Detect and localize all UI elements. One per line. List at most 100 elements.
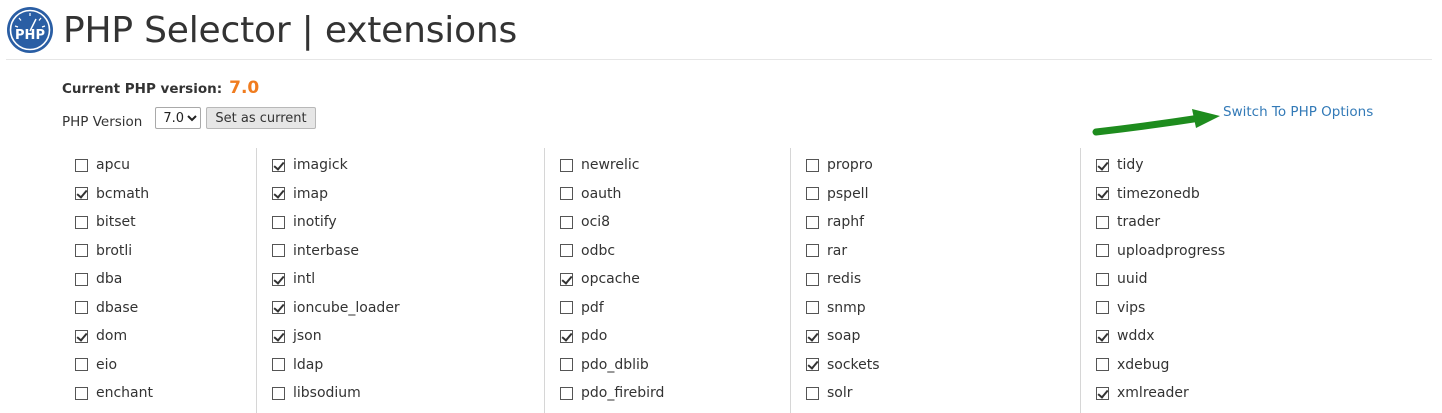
extension-item-tidy[interactable]: tidy xyxy=(1096,151,1144,179)
extension-item-inotify[interactable]: inotify xyxy=(272,208,337,236)
extension-label: dba xyxy=(96,271,123,287)
extension-checkbox[interactable] xyxy=(560,386,573,400)
extension-item-pdo[interactable]: pdo xyxy=(560,322,607,350)
extension-checkbox[interactable] xyxy=(806,329,819,343)
extension-checkbox[interactable] xyxy=(806,358,819,371)
extension-checkbox[interactable] xyxy=(75,386,88,400)
extension-checkbox[interactable] xyxy=(272,215,285,229)
extension-item-uuid[interactable]: uuid xyxy=(1096,265,1148,293)
extension-checkbox[interactable] xyxy=(75,215,88,229)
extension-item-dba[interactable]: dba xyxy=(75,265,122,293)
extension-label: brotli xyxy=(96,242,133,259)
extension-item-eio[interactable]: eio xyxy=(75,351,117,379)
extension-checkbox[interactable] xyxy=(1096,187,1109,200)
extension-checkbox[interactable] xyxy=(560,244,573,257)
extension-item-vips[interactable]: vips xyxy=(1096,294,1145,322)
extension-checkbox[interactable] xyxy=(806,215,819,229)
extension-item-rar[interactable]: rar xyxy=(806,237,847,265)
extension-checkbox[interactable] xyxy=(75,272,88,286)
extension-item-oci8[interactable]: oci8 xyxy=(560,208,610,236)
php-version-select[interactable]: 7.0 xyxy=(155,107,202,129)
extension-item-json[interactable]: json xyxy=(272,322,322,350)
set-as-current-button[interactable]: Set as current xyxy=(206,107,316,129)
extension-checkbox[interactable] xyxy=(272,158,285,172)
extension-item-pdf[interactable]: pdf xyxy=(560,294,604,322)
extension-checkbox[interactable] xyxy=(75,329,88,343)
extension-label: oauth xyxy=(581,185,622,202)
extension-checkbox[interactable] xyxy=(560,301,573,314)
extension-checkbox[interactable] xyxy=(272,272,285,286)
extension-item-oauth[interactable]: oauth xyxy=(560,180,621,208)
extension-item-newrelic[interactable]: newrelic xyxy=(560,151,639,179)
extension-checkbox[interactable] xyxy=(560,329,573,343)
extension-checkbox[interactable] xyxy=(806,301,819,314)
extension-item-intl[interactable]: intl xyxy=(272,265,315,293)
extension-checkbox[interactable] xyxy=(75,158,88,172)
extension-checkbox[interactable] xyxy=(806,158,819,172)
extension-item-imap[interactable]: imap xyxy=(272,180,328,208)
extension-checkbox[interactable] xyxy=(1096,244,1109,257)
extension-item-dbase[interactable]: dbase xyxy=(75,294,138,322)
extension-checkbox[interactable] xyxy=(75,244,88,257)
extension-item-pspell[interactable]: pspell xyxy=(806,180,868,208)
extension-item-snmp[interactable]: snmp xyxy=(806,294,866,322)
extension-checkbox[interactable] xyxy=(806,187,819,200)
extension-item-interbase[interactable]: interbase xyxy=(272,237,359,265)
extension-label: eio xyxy=(96,356,118,373)
extension-checkbox[interactable] xyxy=(560,215,573,229)
extension-item-uploadprogress[interactable]: uploadprogress xyxy=(1096,237,1225,265)
extension-checkbox[interactable] xyxy=(560,158,573,172)
extension-item-opcache[interactable]: opcache xyxy=(560,265,640,293)
extension-checkbox[interactable] xyxy=(1096,386,1109,400)
extension-checkbox[interactable] xyxy=(1096,158,1109,172)
extension-checkbox[interactable] xyxy=(560,187,573,200)
extension-checkbox[interactable] xyxy=(272,329,285,343)
extension-checkbox[interactable] xyxy=(272,301,285,314)
extension-item-ioncube_loader[interactable]: ioncube_loader xyxy=(272,294,400,322)
extension-checkbox[interactable] xyxy=(75,301,88,314)
extension-item-wddx[interactable]: wddx xyxy=(1096,322,1155,350)
extension-item-timezonedb[interactable]: timezonedb xyxy=(1096,180,1200,208)
current-version-row: Current PHP version: 7.0 xyxy=(62,78,259,98)
extension-checkbox[interactable] xyxy=(1096,329,1109,343)
extension-item-xmlreader[interactable]: xmlreader xyxy=(1096,379,1189,407)
extension-checkbox[interactable] xyxy=(75,358,88,371)
extension-checkbox[interactable] xyxy=(806,244,819,257)
extension-checkbox[interactable] xyxy=(806,272,819,286)
switch-to-php-options-link[interactable]: Switch To PHP Options xyxy=(1223,104,1373,120)
extension-checkbox[interactable] xyxy=(1096,272,1109,286)
extension-label: soap xyxy=(827,328,861,344)
extension-checkbox[interactable] xyxy=(806,386,819,400)
extension-checkbox[interactable] xyxy=(272,358,285,371)
extension-checkbox[interactable] xyxy=(1096,301,1109,314)
extension-item-enchant[interactable]: enchant xyxy=(75,379,153,407)
extension-item-xdebug[interactable]: xdebug xyxy=(1096,351,1169,379)
extension-item-brotli[interactable]: brotli xyxy=(75,237,132,265)
extension-checkbox[interactable] xyxy=(560,272,573,286)
extension-item-redis[interactable]: redis xyxy=(806,265,861,293)
extension-checkbox[interactable] xyxy=(560,358,573,371)
extension-item-solr[interactable]: solr xyxy=(806,379,853,407)
extension-item-soap[interactable]: soap xyxy=(806,322,860,350)
extension-checkbox[interactable] xyxy=(272,386,285,400)
extension-checkbox[interactable] xyxy=(1096,358,1109,371)
extension-item-pdo_firebird[interactable]: pdo_firebird xyxy=(560,379,664,407)
extension-checkbox[interactable] xyxy=(1096,215,1109,229)
extension-checkbox[interactable] xyxy=(75,187,88,200)
extension-item-bitset[interactable]: bitset xyxy=(75,208,136,236)
extension-item-imagick[interactable]: imagick xyxy=(272,151,348,179)
extension-item-ldap[interactable]: ldap xyxy=(272,351,323,379)
extension-item-raphf[interactable]: raphf xyxy=(806,208,864,236)
extension-checkbox[interactable] xyxy=(272,187,285,200)
extension-item-pdo_dblib[interactable]: pdo_dblib xyxy=(560,351,649,379)
extension-item-dom[interactable]: dom xyxy=(75,322,127,350)
extension-label: trader xyxy=(1117,214,1161,230)
extension-item-trader[interactable]: trader xyxy=(1096,208,1160,236)
extension-checkbox[interactable] xyxy=(272,244,285,257)
extension-item-libsodium[interactable]: libsodium xyxy=(272,379,361,407)
extension-item-propro[interactable]: propro xyxy=(806,151,873,179)
extension-item-sockets[interactable]: sockets xyxy=(806,351,880,379)
extension-item-apcu[interactable]: apcu xyxy=(75,151,130,179)
extension-item-bcmath[interactable]: bcmath xyxy=(75,180,149,208)
extension-item-odbc[interactable]: odbc xyxy=(560,237,615,265)
